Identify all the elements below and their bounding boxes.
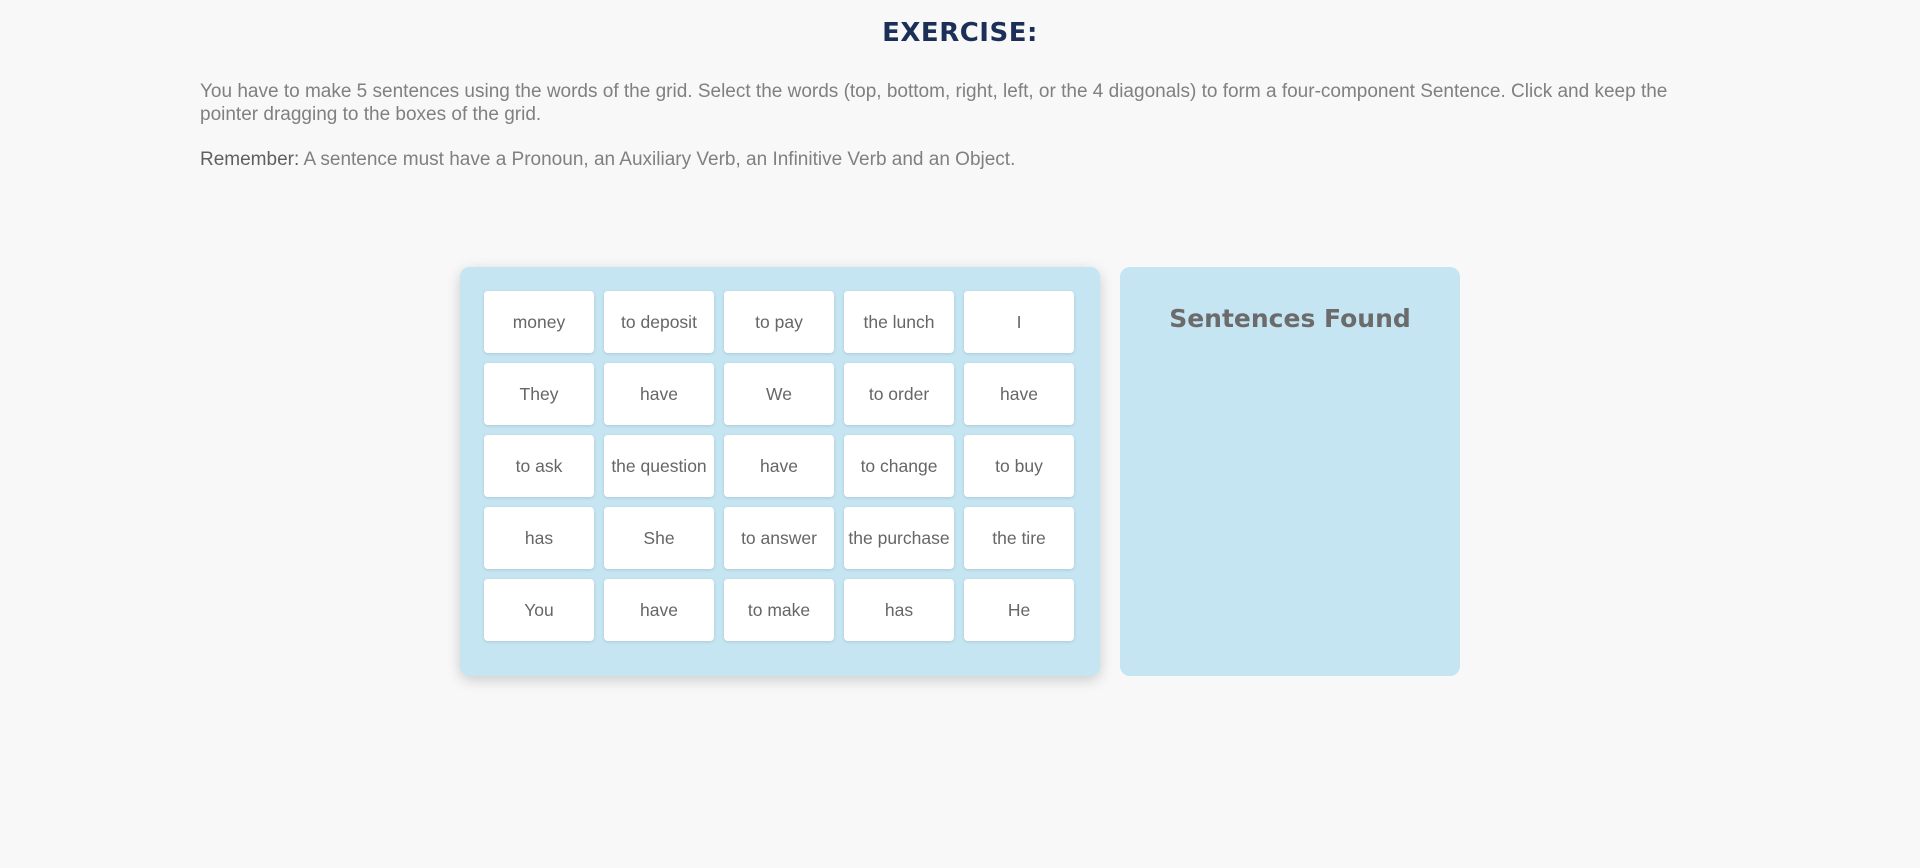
sentences-found-title: Sentences Found [1169, 304, 1411, 333]
grid-cell[interactable]: to deposit [604, 291, 714, 353]
grid-cell[interactable]: money [484, 291, 594, 353]
grid-cell[interactable]: He [964, 579, 1074, 641]
grid-cell[interactable]: the question [604, 435, 714, 497]
grid-cell[interactable]: to order [844, 363, 954, 425]
sentences-found-panel: Sentences Found [1120, 267, 1460, 676]
word-grid-panel: money to deposit to pay the lunch I They have W… [460, 267, 1100, 676]
grid-cell[interactable]: to pay [724, 291, 834, 353]
exercise-page: EXERCISE: You have to make 5 sentences u… [0, 0, 1920, 868]
grid-cell[interactable]: I [964, 291, 1074, 353]
grid-cell[interactable]: They [484, 363, 594, 425]
word-grid[interactable]: money to deposit to pay the lunch I They have W… [484, 291, 1074, 641]
page-title: EXERCISE: [882, 18, 1038, 48]
grid-cell[interactable]: have [964, 363, 1074, 425]
grid-cell[interactable]: have [604, 363, 714, 425]
grid-cell[interactable]: the lunch [844, 291, 954, 353]
grid-cell[interactable]: to answer [724, 507, 834, 569]
grid-cell[interactable]: to change [844, 435, 954, 497]
grid-cell[interactable]: to buy [964, 435, 1074, 497]
grid-cell[interactable]: have [604, 579, 714, 641]
grid-cell[interactable]: have [724, 435, 834, 497]
grid-cell[interactable]: has [484, 507, 594, 569]
remember-text: A sentence must have a Pronoun, an Auxil… [299, 149, 1016, 170]
remember-note: Remember: A sentence must have a Pronoun… [200, 148, 1730, 171]
grid-cell[interactable]: You [484, 579, 594, 641]
grid-cell[interactable]: to make [724, 579, 834, 641]
grid-cell[interactable]: to ask [484, 435, 594, 497]
grid-cell[interactable]: We [724, 363, 834, 425]
grid-cell[interactable]: the tire [964, 507, 1074, 569]
grid-cell[interactable]: has [844, 579, 954, 641]
remember-label: Remember: [200, 149, 300, 170]
grid-cell[interactable]: She [604, 507, 714, 569]
instructions-text: You have to make 5 sentences using the w… [200, 81, 1668, 125]
grid-cell[interactable]: the purchase [844, 507, 954, 569]
